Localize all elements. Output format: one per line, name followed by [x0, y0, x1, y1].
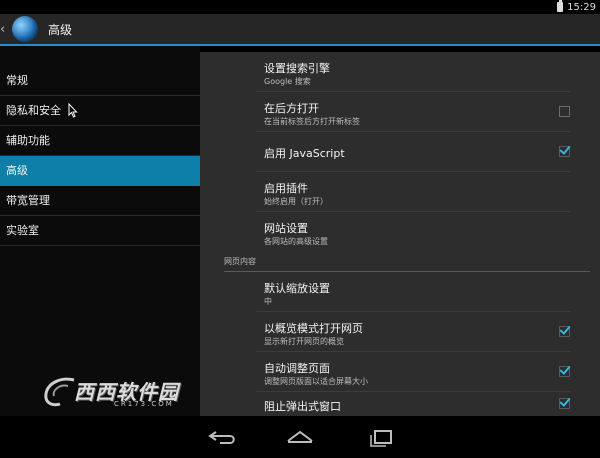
- open-background-checkbox[interactable]: [559, 106, 570, 117]
- battery-icon: [557, 0, 564, 12]
- action-bar: ‹ 高级: [0, 14, 600, 46]
- setting-summary: 中: [264, 297, 272, 306]
- browser-globe-icon[interactable]: [12, 16, 38, 42]
- setting-summary: 在当前标签后方打开新标签: [264, 117, 360, 126]
- section-header-web-content: 网页内容: [224, 252, 590, 272]
- back-chevron-icon[interactable]: ‹: [0, 23, 10, 36]
- setting-title: 启用 JavaScript: [264, 147, 345, 160]
- sidebar-item-labs[interactable]: 实验室: [0, 216, 200, 246]
- sidebar-item-label: 高级: [6, 164, 28, 177]
- sidebar-item-label: 实验室: [6, 224, 39, 237]
- setting-popups[interactable]: 阻止弹出式窗口: [256, 392, 570, 416]
- settings-list: 设置搜索引擎 Google 搜索 在后方打开 在当前标签后方打开新标签 启用 J…: [200, 52, 600, 416]
- sidebar-item-label: 带宽管理: [6, 194, 50, 207]
- setting-title: 设置搜索引擎: [264, 62, 330, 75]
- autofit-checkbox[interactable]: [559, 366, 570, 377]
- setting-title: 以概览模式打开网页: [264, 322, 363, 335]
- setting-zoom[interactable]: 默认缩放设置 中: [256, 272, 570, 312]
- recent-apps-icon[interactable]: [364, 427, 398, 447]
- home-icon[interactable]: [283, 427, 317, 447]
- sidebar-item-label: 辅助功能: [6, 134, 50, 147]
- setting-summary: 显示新打开网页的概览: [264, 337, 344, 346]
- setting-title: 启用插件: [264, 182, 308, 195]
- overview-checkbox[interactable]: [559, 326, 570, 337]
- setting-summary: Google 搜索: [264, 77, 311, 86]
- setting-search-engine[interactable]: 设置搜索引擎 Google 搜索: [256, 52, 570, 92]
- mouse-pointer-icon: [68, 103, 78, 118]
- sidebar-item-general[interactable]: 常规: [0, 66, 200, 96]
- status-time: 15:29: [567, 1, 596, 13]
- sidebar-item-accessibility[interactable]: 辅助功能: [0, 126, 200, 156]
- settings-sidebar: 常规 隐私和安全 辅助功能 高级 带宽管理 实验室: [0, 46, 200, 416]
- sidebar-item-label: 隐私和安全: [6, 104, 61, 117]
- setting-autofit[interactable]: 自动调整页面 调整网页版面以适合屏幕大小: [256, 352, 570, 392]
- setting-title: 网站设置: [264, 222, 308, 235]
- setting-title: 在后方打开: [264, 102, 319, 115]
- sidebar-item-label: 常规: [6, 74, 28, 87]
- setting-overview[interactable]: 以概览模式打开网页 显示新打开网页的概览: [256, 312, 570, 352]
- sidebar-item-bandwidth[interactable]: 带宽管理: [0, 186, 200, 216]
- setting-plugins[interactable]: 启用插件 始终启用（打开）: [256, 172, 570, 212]
- system-nav-bar: [0, 416, 600, 458]
- status-bar: 15:29: [0, 0, 600, 14]
- setting-title: 默认缩放设置: [264, 282, 330, 295]
- sidebar-item-advanced[interactable]: 高级: [0, 156, 200, 186]
- setting-summary: 各网站的高级设置: [264, 237, 328, 246]
- javascript-checkbox[interactable]: [559, 146, 570, 157]
- setting-title: 自动调整页面: [264, 362, 330, 375]
- setting-summary: 始终启用（打开）: [264, 197, 328, 206]
- setting-open-background[interactable]: 在后方打开 在当前标签后方打开新标签: [256, 92, 570, 132]
- sidebar-item-privacy-security[interactable]: 隐私和安全: [0, 96, 200, 126]
- popups-checkbox[interactable]: [559, 398, 570, 409]
- setting-website[interactable]: 网站设置 各网站的高级设置: [256, 212, 570, 252]
- setting-title: 阻止弹出式窗口: [264, 400, 341, 413]
- setting-summary: 调整网页版面以适合屏幕大小: [264, 377, 368, 386]
- page-title: 高级: [48, 22, 73, 37]
- setting-javascript[interactable]: 启用 JavaScript: [256, 132, 570, 172]
- back-icon[interactable]: [206, 427, 240, 447]
